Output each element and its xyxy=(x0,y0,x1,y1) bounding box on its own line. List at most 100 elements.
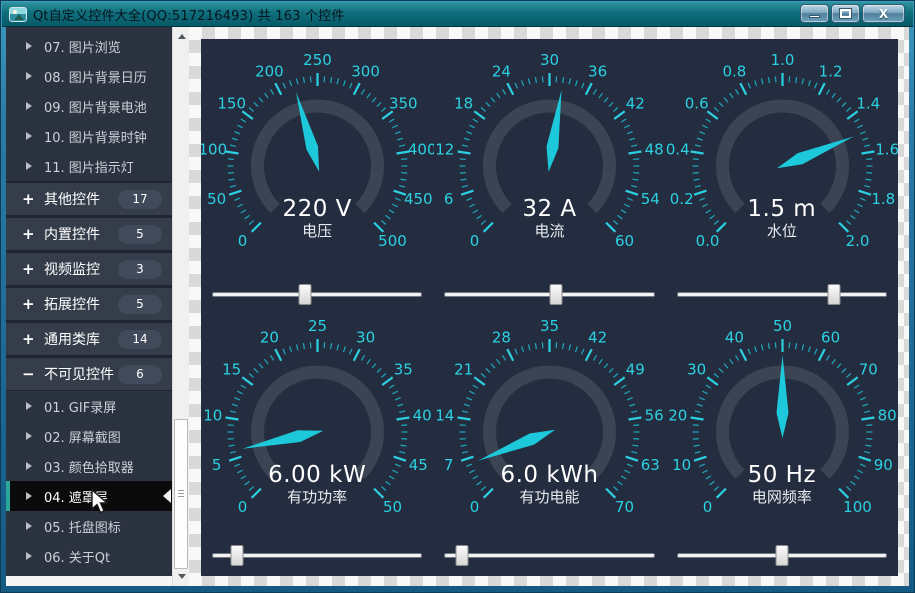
svg-text:80: 80 xyxy=(877,406,896,424)
gauge-dial: 05101520253035404550 xyxy=(201,305,434,550)
sidebar-scrollbar[interactable] xyxy=(172,27,189,586)
svg-text:350: 350 xyxy=(389,95,418,113)
item-arrow-icon xyxy=(26,42,32,50)
scrollbar-thumb[interactable] xyxy=(174,419,188,569)
svg-text:35: 35 xyxy=(394,361,413,379)
svg-text:0.8: 0.8 xyxy=(722,63,746,81)
svg-text:40: 40 xyxy=(725,329,744,347)
sidebar-item-09-image-battery[interactable]: 09. 图片背景电池 xyxy=(6,91,172,121)
svg-text:42: 42 xyxy=(626,95,645,113)
svg-text:48: 48 xyxy=(645,140,664,158)
slider-handle[interactable] xyxy=(456,545,469,566)
minimize-button[interactable] xyxy=(800,4,829,23)
water-level-slider[interactable] xyxy=(677,284,887,305)
current-slider[interactable] xyxy=(444,284,654,305)
count-badge: 5 xyxy=(118,295,162,314)
sidebar-group-invisible-controls[interactable]: − 不可见控件 6 xyxy=(6,356,172,391)
sidebar-item-04-mask-layer[interactable]: 04. 遮罩层 xyxy=(6,481,172,511)
sidebar-item-07-image-browser[interactable]: 07. 图片浏览 xyxy=(6,31,172,61)
item-label: 09. 图片背景电池 xyxy=(44,97,147,116)
count-badge: 6 xyxy=(118,365,162,384)
gauge-dial: 07142128354249566370 xyxy=(433,305,666,550)
gauge-water-level: 0.00.20.40.60.81.01.21.41.61.82.0 1.5 m … xyxy=(666,39,898,284)
gauge-value: 32 A xyxy=(433,196,665,222)
active-power-slider[interactable] xyxy=(212,545,422,566)
svg-text:18: 18 xyxy=(455,95,474,113)
item-arrow-icon xyxy=(26,162,32,170)
sidebar-item-06-about-qt[interactable]: 06. 关于Qt xyxy=(6,541,172,571)
active-energy-slider[interactable] xyxy=(444,545,654,566)
gauge-label: 电网频率 xyxy=(666,486,898,507)
sidebar-item-11-image-indicator[interactable]: 11. 图片指示灯 xyxy=(6,151,172,181)
svg-text:42: 42 xyxy=(589,329,608,347)
sidebar-group-other-controls[interactable]: + 其他控件 17 xyxy=(6,181,172,216)
count-badge: 5 xyxy=(118,225,162,244)
gauge-value: 6.00 kW xyxy=(201,462,433,488)
sidebar-item-01-gif-recorder[interactable]: 01. GIF录屏 xyxy=(6,391,172,421)
maximize-button[interactable] xyxy=(831,4,860,23)
svg-text:30: 30 xyxy=(687,361,706,379)
scroll-down-icon[interactable] xyxy=(175,570,188,583)
item-label: 01. GIF录屏 xyxy=(44,397,116,416)
svg-text:70: 70 xyxy=(859,361,878,379)
sidebar-item-08-image-calendar[interactable]: 08. 图片背景日历 xyxy=(6,61,172,91)
item-arrow-icon xyxy=(26,72,32,80)
svg-text:21: 21 xyxy=(455,361,474,379)
sidebar-group-common-library[interactable]: + 通用类库 14 xyxy=(6,321,172,356)
svg-text:100: 100 xyxy=(201,140,227,158)
window-controls: X xyxy=(800,4,905,23)
gauge-dial: 06121824303642485460 xyxy=(433,39,666,284)
item-label: 10. 图片背景时钟 xyxy=(44,127,147,146)
titlebar[interactable]: Qt自定义控件大全(QQ:517216493) 共 163 个控件 X xyxy=(2,2,913,27)
sidebar-group-builtin-controls[interactable]: + 内置控件 5 xyxy=(6,216,172,251)
item-label: 06. 关于Qt xyxy=(44,547,110,566)
sidebar-item-02-screenshot[interactable]: 02. 屏幕截图 xyxy=(6,421,172,451)
sidebar-group-extended-controls[interactable]: + 拓展控件 5 xyxy=(6,286,172,321)
item-arrow-icon xyxy=(26,492,32,500)
slider-handle[interactable] xyxy=(775,545,788,566)
slider-track[interactable] xyxy=(212,292,422,297)
svg-text:28: 28 xyxy=(492,329,511,347)
sidebar-item-10-image-clock[interactable]: 10. 图片背景时钟 xyxy=(6,121,172,151)
sidebar-item-03-color-picker[interactable]: 03. 颜色拾取器 xyxy=(6,451,172,481)
window-title: Qt自定义控件大全(QQ:517216493) 共 163 个控件 xyxy=(33,5,345,24)
group-label: 内置控件 xyxy=(44,224,100,244)
svg-text:200: 200 xyxy=(255,63,284,81)
sidebar-group-video-monitor[interactable]: + 视频监控 3 xyxy=(6,251,172,286)
gauge-label: 有功功率 xyxy=(201,486,433,507)
slider-track[interactable] xyxy=(444,553,654,558)
gauge-value: 50 Hz xyxy=(666,462,898,488)
sidebar-list: 07. 图片浏览 08. 图片背景日历 09. 图片背景电池 10. 图片背景时… xyxy=(6,27,172,576)
svg-text:0.6: 0.6 xyxy=(685,95,709,113)
item-arrow-icon xyxy=(26,522,32,530)
svg-text:400: 400 xyxy=(408,140,434,158)
gauge-label: 有功电能 xyxy=(433,486,665,507)
slider-handle[interactable] xyxy=(298,284,311,305)
expand-icon: + xyxy=(22,190,35,208)
app-window: Qt自定义控件大全(QQ:517216493) 共 163 个控件 X 07. … xyxy=(0,0,915,593)
scroll-up-icon[interactable] xyxy=(175,30,188,43)
svg-text:1.6: 1.6 xyxy=(875,140,898,158)
item-arrow-icon xyxy=(26,552,32,560)
grid-frequency-slider[interactable] xyxy=(677,545,887,566)
gauge-voltage: 050100150200250300350400450500 220 V 电压 xyxy=(201,39,433,284)
count-badge: 17 xyxy=(118,190,162,209)
expand-icon: + xyxy=(22,295,35,313)
slider-handle[interactable] xyxy=(828,284,841,305)
sidebar-item-05-tray-icon[interactable]: 05. 托盘图标 xyxy=(6,511,172,541)
slider-handle[interactable] xyxy=(550,284,563,305)
close-button[interactable]: X xyxy=(862,4,905,23)
svg-text:24: 24 xyxy=(492,63,511,81)
gauge-value: 6.0 kWh xyxy=(433,462,665,488)
slider-track[interactable] xyxy=(677,292,887,297)
slider-handle[interactable] xyxy=(231,545,244,566)
group-label: 通用类库 xyxy=(44,329,100,349)
gauge-label: 电压 xyxy=(201,220,433,241)
voltage-slider[interactable] xyxy=(212,284,422,305)
svg-text:12: 12 xyxy=(436,140,455,158)
svg-text:20: 20 xyxy=(260,329,279,347)
gauge-value: 1.5 m xyxy=(666,196,898,222)
svg-text:150: 150 xyxy=(218,95,247,113)
count-badge: 14 xyxy=(118,330,162,349)
item-arrow-icon xyxy=(26,102,32,110)
